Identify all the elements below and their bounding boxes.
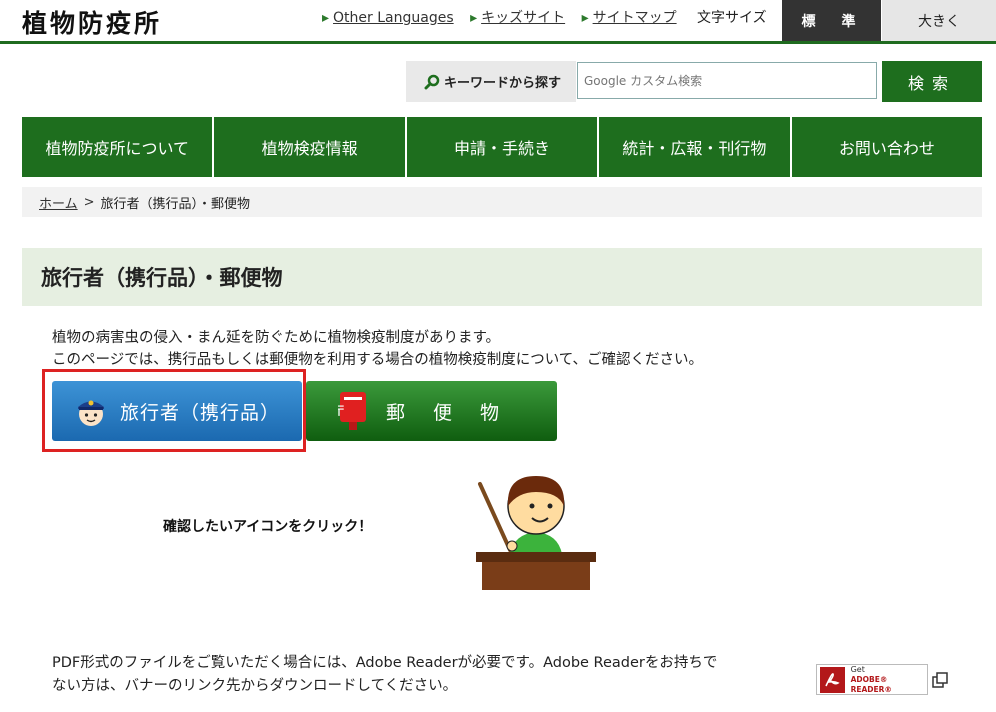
other-languages-link[interactable]: Other Languages	[322, 10, 454, 26]
search-area: キーワードから探す 検索	[406, 61, 982, 102]
site-header: 植物防疫所 Other Languages キッズサイト サイトマップ 文字サイ…	[0, 0, 996, 44]
nav-applications[interactable]: 申請・手続き	[406, 117, 600, 177]
adobe-get-text: Get	[850, 664, 865, 674]
search-icon	[424, 74, 440, 89]
nav-about[interactable]: 植物防疫所について	[22, 117, 215, 177]
kids-site-link[interactable]: キッズサイト	[470, 10, 565, 26]
page-title: 旅行者（携行品）・郵便物	[41, 266, 283, 290]
mail-button[interactable]: 〒 郵便物	[306, 381, 557, 441]
text-size-large-button[interactable]: 大きく	[882, 0, 996, 41]
site-title[interactable]: 植物防疫所	[22, 4, 162, 40]
external-link-icon	[932, 672, 948, 688]
traveler-button-label: 旅行者（携行品）	[120, 401, 281, 424]
page-heading: 旅行者（携行品）・郵便物	[22, 248, 982, 306]
nav-contact[interactable]: お問い合わせ	[791, 117, 983, 177]
nav-statistics[interactable]: 統計・広報・刊行物	[599, 117, 792, 177]
breadcrumb-separator: >	[83, 194, 95, 210]
pdf-note: PDF形式のファイルをご覧いただく場合には、Adobe Readerが必要です。…	[52, 652, 717, 698]
pdf-note-line-2: ない方は、バナーのリンク先からダウンロードしてください。	[52, 678, 458, 694]
svg-text:〒: 〒	[338, 404, 368, 420]
adobe-banner-text: Get ADOBE® READER®	[851, 665, 927, 695]
breadcrumb: ホーム > 旅行者（携行品）・郵便物	[22, 187, 982, 217]
search-button[interactable]: 検索	[882, 61, 982, 102]
search-label: キーワードから探す	[406, 61, 576, 102]
adobe-reader-banner[interactable]: Get ADOBE® READER®	[816, 664, 928, 695]
mail-button-label: 郵便物	[386, 401, 528, 424]
utility-links: Other Languages キッズサイト サイトマップ	[322, 7, 689, 27]
officer-face-icon	[78, 400, 104, 426]
pdf-note-line-1: PDF形式のファイルをご覧いただく場合には、Adobe Readerが必要です。…	[52, 655, 718, 671]
adobe-pdf-icon	[820, 666, 845, 693]
text-size-standard-button[interactable]: 標 準	[782, 0, 881, 41]
adobe-reader-text: ADOBE® READER®	[850, 674, 892, 694]
traveler-button[interactable]: 旅行者（携行品）	[52, 381, 302, 441]
breadcrumb-current: 旅行者（携行品）・郵便物	[100, 196, 251, 212]
text-size-label: 文字サイズ	[697, 10, 767, 26]
global-nav: 植物防疫所について 植物検疫情報 申請・手続き 統計・広報・刊行物 お問い合わせ	[22, 117, 983, 177]
intro-line-1: 植物の病害虫の侵入・まん延を防ぐために植物検疫制度があります。	[52, 330, 501, 346]
teacher-illustration	[476, 476, 596, 590]
nav-quarantine-info[interactable]: 植物検疫情報	[214, 117, 407, 177]
breadcrumb-home-link[interactable]: ホーム	[39, 193, 78, 212]
search-input[interactable]	[577, 62, 877, 99]
click-prompt: 確認したいアイコンをクリック！	[163, 519, 373, 535]
postbox-icon: 〒	[338, 392, 368, 430]
search-label-text: キーワードから探す	[444, 76, 562, 91]
sitemap-link[interactable]: サイトマップ	[582, 10, 677, 26]
intro-line-2: このページでは、携行品もしくは郵便物を利用する場合の植物検疫制度について、ご確認…	[52, 352, 704, 368]
intro-text: 植物の病害虫の侵入・まん延を防ぐために植物検疫制度があります。 このページでは、…	[52, 327, 703, 371]
